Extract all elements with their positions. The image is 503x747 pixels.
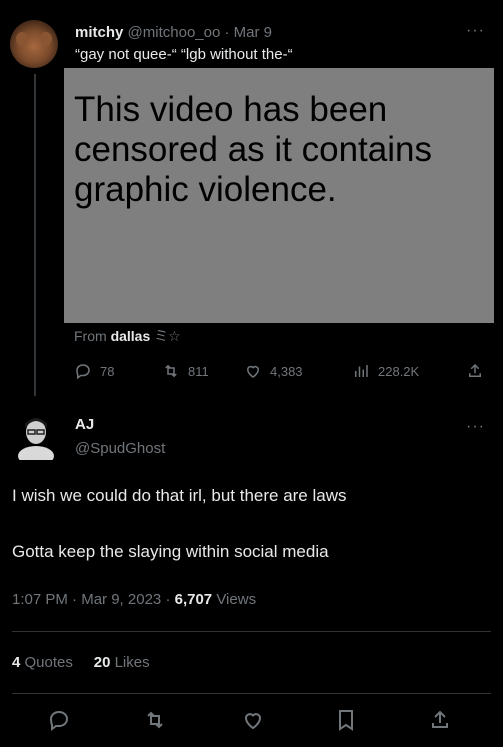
from-prefix: From: [74, 328, 107, 344]
views-count: 6,707: [174, 591, 213, 608]
retweet-icon: [165, 364, 177, 378]
tweet-text-line-1: I wish we could do that irl, but there a…: [12, 486, 347, 505]
quotes-label: Quotes: [24, 654, 73, 671]
share-button[interactable]: [466, 362, 484, 380]
like-icon: [246, 365, 260, 378]
media-censor-text: This video has been censored as it conta…: [74, 90, 432, 209]
share-icon: [469, 363, 481, 377]
like-icon[interactable]: [241, 708, 265, 732]
retweet-icon[interactable]: [143, 708, 167, 732]
reply-button[interactable]: 78: [74, 362, 114, 380]
views-label: Views: [216, 591, 257, 608]
from-name[interactable]: dallas: [111, 328, 151, 344]
tweet-date[interactable]: Mar 9: [234, 24, 272, 41]
from-emoji: ミ☆: [154, 328, 181, 344]
reply-icon: [76, 364, 90, 380]
avatar[interactable]: [16, 410, 56, 460]
views-icon: [355, 365, 368, 377]
tweet-meta: 1:07 PM · Mar 9, 2023 · 6,707 Views: [12, 591, 256, 608]
media-placeholder[interactable]: This video has been censored as it conta…: [64, 68, 494, 323]
from-label: From dallas ミ☆: [74, 326, 181, 346]
tweet-action-bar: [0, 708, 503, 734]
tweet-actions: 78 811 4,383 228.2K: [74, 362, 489, 382]
handle[interactable]: @mitchoo_oo: [128, 24, 221, 41]
tweet-header: mitchy @mitchoo_oo · Mar 9: [75, 24, 272, 41]
bookmark-icon[interactable]: [334, 708, 358, 732]
retweet-count: 811: [188, 363, 209, 379]
avatar[interactable]: [10, 20, 58, 68]
tweet-date[interactable]: Mar 9, 2023: [81, 591, 161, 608]
divider: [12, 693, 491, 694]
engagement-stats: 4 Quotes 20 Likes: [12, 654, 150, 671]
reply-count: 78: [100, 363, 115, 379]
likes-count: 20: [93, 654, 111, 671]
separator: ·: [165, 591, 171, 608]
more-icon[interactable]: ···: [466, 418, 485, 436]
display-name[interactable]: mitchy: [75, 24, 123, 41]
handle[interactable]: @SpudGhost: [75, 440, 165, 457]
divider: [12, 631, 491, 632]
views-button[interactable]: 228.2K: [352, 362, 419, 380]
retweet-button[interactable]: 811: [162, 362, 209, 380]
likes-label: Likes: [114, 654, 150, 671]
tweet-text: “gay not quee-“ “lgb without the-“: [75, 46, 293, 63]
tweet-time[interactable]: 1:07 PM: [12, 591, 68, 608]
thread-connector-line: [34, 74, 36, 396]
separator: ·: [224, 24, 230, 41]
quotes-link[interactable]: 4 Quotes: [12, 654, 77, 671]
likes-link[interactable]: 20 Likes: [94, 654, 150, 671]
like-button[interactable]: 4,383: [244, 362, 303, 380]
share-icon[interactable]: [428, 708, 452, 732]
views-count: 228.2K: [378, 363, 420, 379]
separator: ·: [72, 591, 78, 608]
tweet-text-line-2: Gotta keep the slaying within social med…: [12, 542, 329, 561]
quotes-count: 4: [12, 654, 21, 671]
display-name[interactable]: AJ: [75, 416, 94, 433]
reply-icon[interactable]: [47, 708, 71, 732]
like-count: 4,383: [270, 363, 303, 379]
more-icon[interactable]: ···: [466, 22, 485, 40]
